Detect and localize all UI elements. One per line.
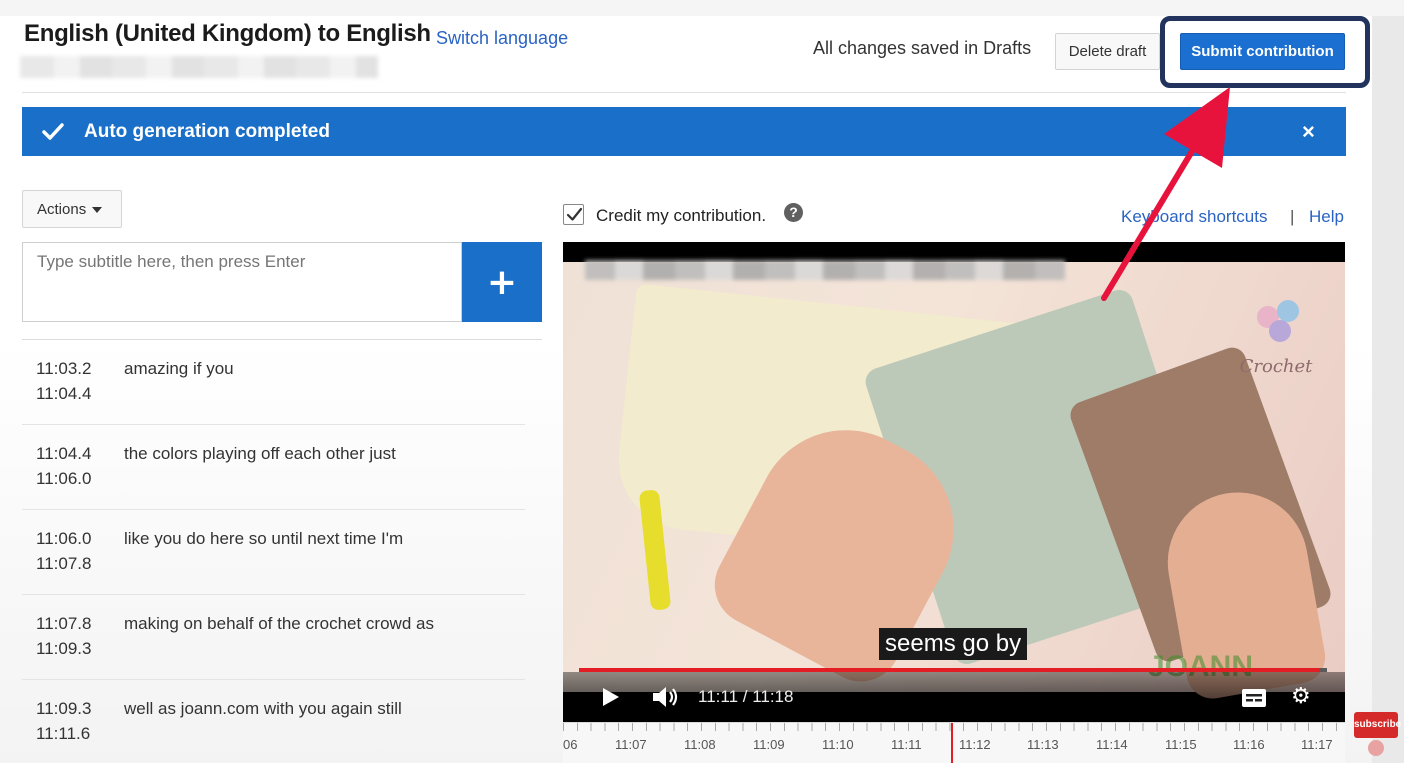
subscribe-avatar	[1368, 740, 1384, 756]
timeline-label: 11:12	[959, 737, 991, 752]
delete-draft-button[interactable]: Delete draft	[1055, 33, 1160, 70]
video-player[interactable]: Crochet JOANN seems go by 11:11 / 11:18	[563, 242, 1345, 722]
submit-contribution-button[interactable]: Submit contribution	[1180, 33, 1345, 70]
caret-down-icon	[92, 206, 103, 213]
blurred-video-title	[20, 56, 378, 78]
yarn-ball-icon	[1277, 300, 1299, 322]
timeline-label: 11:13	[1027, 737, 1059, 752]
timeline-label: 11:17	[1301, 737, 1333, 752]
subtitle-start-time: 11:07.8	[36, 614, 92, 633]
subtitle-start-time: 11:06.0	[36, 529, 92, 548]
link-separator: |	[1290, 207, 1295, 226]
page: English (United Kingdom) to English Swit…	[0, 0, 1404, 763]
header-divider	[22, 92, 1346, 93]
play-icon[interactable]	[599, 686, 621, 708]
subtitle-row[interactable]: 11:04.4 11:06.0 the colors playing off e…	[22, 425, 525, 510]
blurred-video-overlay-title	[585, 260, 1065, 280]
help-link[interactable]: Help	[1309, 207, 1344, 227]
subtitle-row[interactable]: 11:03.2 11:04.4 amazing if you	[22, 340, 525, 425]
top-strip	[0, 0, 1404, 16]
subtitle-row[interactable]: 11:06.0 11:07.8 like you do here so unti…	[22, 510, 525, 595]
timeline-label: 11:16	[1233, 737, 1265, 752]
subtitle-start-time: 11:09.3	[36, 699, 92, 718]
timeline-label: 11:11	[891, 737, 922, 752]
subtitle-end-time: 11:06.0	[36, 469, 92, 488]
close-icon[interactable]: ×	[1302, 119, 1315, 145]
help-question-icon[interactable]: ?	[784, 203, 803, 222]
page-title: English (United Kingdom) to English	[24, 20, 431, 47]
subtitles-cc-icon[interactable]	[1241, 688, 1267, 708]
volume-icon[interactable]	[651, 684, 681, 710]
credit-checkbox[interactable]	[563, 204, 584, 225]
status-banner: Auto generation completed ×	[22, 107, 1346, 156]
page-scrollbar-gutter[interactable]	[1372, 16, 1404, 763]
subtitle-text: making on behalf of the crochet crowd as	[124, 614, 434, 633]
subtitle-end-time: 11:04.4	[36, 384, 92, 403]
subtitle-end-time: 11:09.3	[36, 639, 92, 658]
yarn-ball-icon	[1269, 320, 1291, 342]
subtitle-row[interactable]: 11:07.8 11:09.3 making on behalf of the …	[22, 595, 525, 680]
checkmark-icon	[566, 207, 583, 221]
subtitle-end-time: 11:11.6	[36, 724, 91, 743]
saved-status-text: All changes saved in Drafts	[813, 38, 1032, 58]
subtitle-start-time: 11:03.2	[36, 359, 92, 378]
switch-language-link[interactable]: Switch language	[436, 28, 568, 49]
timeline-label: 11:07	[615, 737, 647, 752]
video-caption: seems go by	[879, 628, 1028, 660]
keyboard-shortcuts-link[interactable]: Keyboard shortcuts	[1121, 207, 1267, 227]
subtitle-input[interactable]	[22, 242, 462, 322]
subtitle-text: well as joann.com with you again still	[124, 699, 402, 718]
timeline-label: 11:08	[684, 737, 716, 752]
timeline-playhead[interactable]	[951, 723, 953, 763]
timeline-label: 11:09	[753, 737, 785, 752]
actions-label: Actions	[37, 200, 87, 218]
banner-message: Auto generation completed	[84, 121, 330, 142]
timeline-label: 11:10	[822, 737, 854, 752]
timeline-label: 11:14	[1096, 737, 1128, 752]
video-time: 11:11 / 11:18	[698, 687, 794, 706]
checkmark-icon	[42, 123, 64, 140]
add-subtitle-button[interactable]: +	[462, 242, 542, 322]
subtitle-row[interactable]: 11:09.3 11:11.6 well as joann.com with y…	[22, 680, 525, 763]
subtitle-text: amazing if you	[124, 359, 234, 378]
timeline-label: 06	[563, 737, 578, 752]
subtitle-end-time: 11:07.8	[36, 554, 92, 573]
timeline-label: 11:15	[1165, 737, 1197, 752]
timeline-ticks	[563, 723, 1345, 731]
video-controls: 11:11 / 11:18 ⚙	[563, 672, 1345, 722]
actions-dropdown[interactable]: Actions	[22, 190, 122, 228]
subtitle-text: like you do here so until next time I'm	[124, 529, 404, 548]
subtitle-text: the colors playing off each other just	[124, 444, 396, 463]
subtitle-list: 11:03.2 11:04.4 amazing if you 11:04.4 1…	[22, 340, 542, 763]
subscribe-badge[interactable]: subscribe	[1354, 712, 1401, 738]
gear-icon[interactable]: ⚙	[1291, 684, 1311, 709]
credit-label: Credit my contribution.	[596, 206, 767, 225]
timeline[interactable]: 06 11:07 11:08 11:09 11:10 11:11 11:12 1…	[563, 722, 1345, 763]
subtitle-start-time: 11:04.4	[36, 444, 92, 463]
